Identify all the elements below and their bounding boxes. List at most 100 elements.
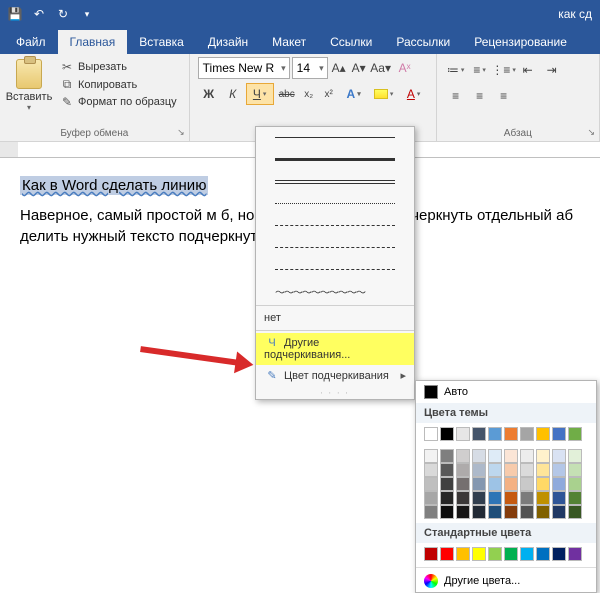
color-swatch[interactable] xyxy=(504,427,518,441)
color-swatch[interactable] xyxy=(568,547,582,561)
selected-title-text[interactable]: Как в Word сделать линию xyxy=(20,176,208,195)
color-swatch[interactable] xyxy=(424,505,438,519)
color-swatch[interactable] xyxy=(568,449,582,463)
color-swatch[interactable] xyxy=(440,427,454,441)
color-swatch[interactable] xyxy=(424,477,438,491)
color-swatch[interactable] xyxy=(568,427,582,441)
copy-button[interactable]: ⧉Копировать xyxy=(56,76,181,93)
color-swatch[interactable] xyxy=(504,505,518,519)
underline-color-submenu[interactable]: ✎Цвет подчеркивания xyxy=(256,365,414,386)
color-swatch[interactable] xyxy=(536,427,550,441)
bold-button[interactable]: Ж xyxy=(198,83,220,105)
undo-icon[interactable]: ↶ xyxy=(28,3,50,25)
underline-style-double[interactable] xyxy=(256,171,414,193)
underline-style-dot-dot-dash[interactable] xyxy=(256,259,414,281)
multilevel-button[interactable]: ⋮≡ xyxy=(493,59,515,81)
underline-style-dot-dash[interactable] xyxy=(256,237,414,259)
highlight-button[interactable] xyxy=(370,83,398,105)
font-color-button[interactable]: A xyxy=(400,83,428,105)
subscript-button[interactable]: x₂ xyxy=(300,83,318,105)
color-swatch[interactable] xyxy=(424,427,438,441)
color-swatch[interactable] xyxy=(488,449,502,463)
color-swatch[interactable] xyxy=(440,463,454,477)
align-right-button[interactable]: ≡ xyxy=(493,85,515,107)
color-swatch[interactable] xyxy=(520,491,534,505)
color-swatch[interactable] xyxy=(520,547,534,561)
color-swatch[interactable] xyxy=(488,463,502,477)
color-swatch[interactable] xyxy=(536,477,550,491)
change-case-button[interactable]: Aa▾ xyxy=(370,57,392,79)
save-icon[interactable]: 💾 xyxy=(4,3,26,25)
color-swatch[interactable] xyxy=(552,427,566,441)
color-swatch[interactable] xyxy=(520,463,534,477)
bullets-button[interactable]: ≔ xyxy=(445,59,467,81)
color-swatch[interactable] xyxy=(456,505,470,519)
color-swatch[interactable] xyxy=(536,463,550,477)
qa-customize-icon[interactable]: ▾ xyxy=(76,3,98,25)
color-swatch[interactable] xyxy=(504,491,518,505)
paragraph-launcher-icon[interactable]: ↘ xyxy=(587,127,595,138)
color-swatch[interactable] xyxy=(536,505,550,519)
grow-font-button[interactable]: A▴ xyxy=(330,57,348,79)
color-swatch[interactable] xyxy=(520,505,534,519)
color-swatch[interactable] xyxy=(472,427,486,441)
color-swatch[interactable] xyxy=(424,547,438,561)
color-swatch[interactable] xyxy=(568,505,582,519)
color-swatch[interactable] xyxy=(504,477,518,491)
color-swatch[interactable] xyxy=(456,477,470,491)
color-swatch[interactable] xyxy=(488,427,502,441)
underline-style-thick[interactable] xyxy=(256,149,414,171)
color-auto[interactable]: Авто xyxy=(416,381,596,403)
color-swatch[interactable] xyxy=(440,491,454,505)
color-swatch[interactable] xyxy=(440,477,454,491)
underline-none[interactable]: нет xyxy=(256,308,414,328)
color-swatch[interactable] xyxy=(504,449,518,463)
color-swatch[interactable] xyxy=(488,491,502,505)
italic-button[interactable]: К xyxy=(222,83,244,105)
color-swatch[interactable] xyxy=(552,491,566,505)
more-colors[interactable]: Другие цвета... xyxy=(416,570,596,592)
color-swatch[interactable] xyxy=(456,463,470,477)
tab-file[interactable]: Файл xyxy=(4,30,58,54)
color-swatch[interactable] xyxy=(552,463,566,477)
clipboard-launcher-icon[interactable]: ↘ xyxy=(177,127,185,138)
align-left-button[interactable]: ≡ xyxy=(445,85,467,107)
color-swatch[interactable] xyxy=(424,463,438,477)
color-swatch[interactable] xyxy=(504,463,518,477)
underline-style-dotted[interactable] xyxy=(256,193,414,215)
color-swatch[interactable] xyxy=(520,477,534,491)
underline-style-wave[interactable]: ～～～～～～～～～～ xyxy=(256,281,414,303)
font-size-combo[interactable]: 14 xyxy=(292,57,328,79)
tab-review[interactable]: Рецензирование xyxy=(462,30,579,54)
increase-indent-button[interactable]: ⇥ xyxy=(541,59,563,81)
tab-insert[interactable]: Вставка xyxy=(127,30,196,54)
color-swatch[interactable] xyxy=(536,491,550,505)
color-swatch[interactable] xyxy=(472,477,486,491)
color-swatch[interactable] xyxy=(536,547,550,561)
color-swatch[interactable] xyxy=(440,505,454,519)
tab-references[interactable]: Ссылки xyxy=(318,30,384,54)
underline-style-dashed[interactable] xyxy=(256,215,414,237)
color-swatch[interactable] xyxy=(456,491,470,505)
color-swatch[interactable] xyxy=(472,463,486,477)
color-swatch[interactable] xyxy=(552,449,566,463)
tab-home[interactable]: Главная xyxy=(58,30,128,54)
color-swatch[interactable] xyxy=(440,449,454,463)
align-center-button[interactable]: ≡ xyxy=(469,85,491,107)
color-swatch[interactable] xyxy=(456,427,470,441)
color-swatch[interactable] xyxy=(472,547,486,561)
format-painter-button[interactable]: ✎Формат по образцу xyxy=(56,94,181,110)
color-swatch[interactable] xyxy=(552,477,566,491)
color-swatch[interactable] xyxy=(424,449,438,463)
numbering-button[interactable]: ≡ xyxy=(469,59,491,81)
color-swatch[interactable] xyxy=(520,449,534,463)
color-swatch[interactable] xyxy=(552,505,566,519)
tab-mailings[interactable]: Рассылки xyxy=(384,30,462,54)
underline-style-single[interactable] xyxy=(256,127,414,149)
shrink-font-button[interactable]: A▾ xyxy=(350,57,368,79)
color-swatch[interactable] xyxy=(488,477,502,491)
color-swatch[interactable] xyxy=(504,547,518,561)
color-swatch[interactable] xyxy=(568,477,582,491)
underline-button[interactable]: Ч xyxy=(246,83,274,105)
color-swatch[interactable] xyxy=(472,449,486,463)
